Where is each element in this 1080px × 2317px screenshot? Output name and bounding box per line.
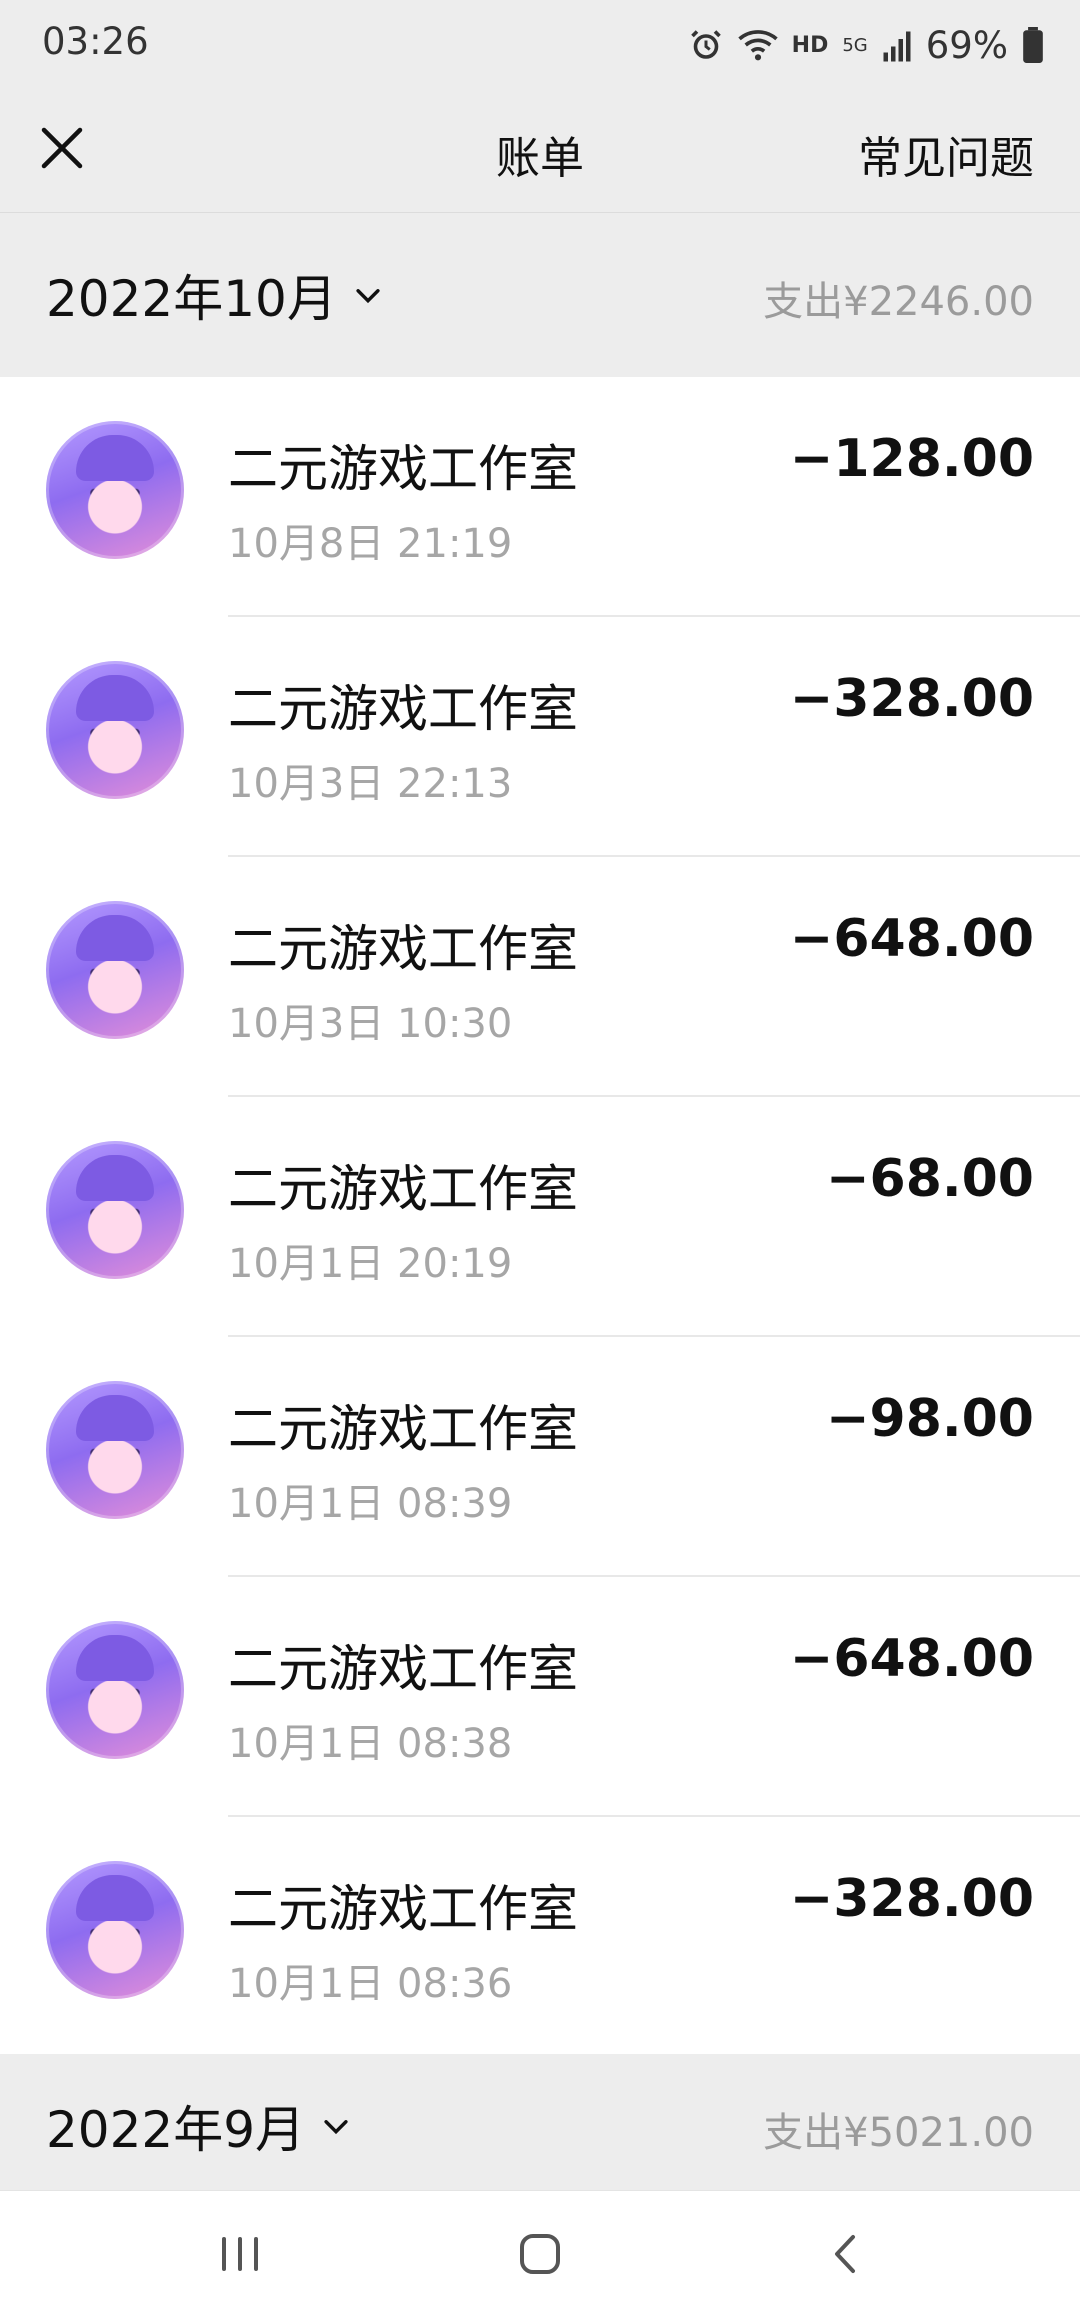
transaction-time: 10月1日 08:39 xyxy=(228,1481,513,1527)
top-nav: 账单 常见问题 xyxy=(0,92,1080,213)
transaction-amount: −648.00 xyxy=(789,1629,1034,1689)
merchant-avatar xyxy=(46,1141,184,1279)
transaction-time: 10月3日 10:30 xyxy=(228,1001,513,1047)
status-bar: 03:26 HD 5G 69% xyxy=(0,0,1080,92)
month-total: 支出¥2246.00 xyxy=(763,279,1034,325)
chevron-down-icon xyxy=(356,289,380,304)
transaction-time: 10月1日 08:36 xyxy=(228,1961,513,2007)
merchant-name: 二元游戏工作室 xyxy=(228,920,578,978)
network-type: 5G xyxy=(842,34,868,56)
transaction-time: 10月1日 20:19 xyxy=(228,1241,513,1287)
transaction-amount: −648.00 xyxy=(789,909,1034,969)
merchant-avatar xyxy=(46,1621,184,1759)
merchant-name: 二元游戏工作室 xyxy=(228,1880,578,1938)
transaction-amount: −128.00 xyxy=(789,429,1034,489)
month-label: 2022年9月 xyxy=(46,2101,306,2159)
transaction-time: 10月8日 21:19 xyxy=(228,521,513,567)
battery-icon xyxy=(1023,27,1043,63)
faq-link[interactable]: 常见问题 xyxy=(858,122,1034,186)
back-icon[interactable] xyxy=(815,2229,875,2279)
system-nav-bar xyxy=(0,2190,1080,2317)
merchant-avatar xyxy=(46,421,184,559)
transaction-row[interactable]: 二元游戏工作室 10月1日 20:19 −68.00 xyxy=(0,1097,1080,1337)
merchant-name: 二元游戏工作室 xyxy=(228,1400,578,1458)
merchant-avatar xyxy=(46,901,184,1039)
month-header-october: 2022年10月 支出¥2246.00 xyxy=(0,213,1080,377)
transaction-row[interactable]: 二元游戏工作室 10月3日 10:30 −648.00 xyxy=(0,857,1080,1097)
recents-icon[interactable] xyxy=(210,2229,270,2279)
wifi-icon xyxy=(737,30,778,61)
transaction-row[interactable]: 二元游戏工作室 10月1日 08:39 −98.00 xyxy=(0,1337,1080,1577)
transaction-list: 二元游戏工作室 10月8日 21:19 −128.00 二元游戏工作室 10月3… xyxy=(0,377,1080,2057)
transaction-row[interactable]: 二元游戏工作室 10月3日 22:13 −328.00 xyxy=(0,617,1080,857)
status-icons: HD 5G 69% xyxy=(688,20,1044,70)
chevron-down-icon xyxy=(324,2120,348,2135)
merchant-name: 二元游戏工作室 xyxy=(228,680,578,738)
battery-percent: 69% xyxy=(925,23,1008,67)
status-time: 03:26 xyxy=(42,20,149,63)
month-selector[interactable]: 2022年10月 xyxy=(46,259,385,331)
merchant-avatar xyxy=(46,1381,184,1519)
merchant-avatar xyxy=(46,1861,184,1999)
transaction-row[interactable]: 二元游戏工作室 10月8日 21:19 −128.00 xyxy=(0,377,1080,617)
month-header-september: 2022年9月 支出¥5021.00 xyxy=(0,2054,1080,2190)
merchant-name: 二元游戏工作室 xyxy=(228,1640,578,1698)
transaction-amount: −98.00 xyxy=(825,1389,1034,1449)
alarm-icon xyxy=(690,30,721,59)
signal-icon xyxy=(883,31,911,62)
transaction-amount: −328.00 xyxy=(789,1869,1034,1929)
transaction-time: 10月1日 08:38 xyxy=(228,1721,513,1767)
transaction-row[interactable]: 二元游戏工作室 10月1日 08:36 −328.00 xyxy=(0,1817,1080,2057)
month-total: 支出¥5021.00 xyxy=(763,2110,1034,2156)
transaction-amount: −328.00 xyxy=(789,669,1034,729)
home-icon[interactable] xyxy=(510,2229,570,2279)
hd-indicator: HD xyxy=(791,32,829,58)
merchant-name: 二元游戏工作室 xyxy=(228,1160,578,1218)
merchant-name: 二元游戏工作室 xyxy=(228,440,578,498)
transaction-time: 10月3日 22:13 xyxy=(228,761,513,807)
transaction-row[interactable]: 二元游戏工作室 10月1日 08:38 −648.00 xyxy=(0,1577,1080,1817)
month-label: 2022年10月 xyxy=(46,270,337,328)
month-selector[interactable]: 2022年9月 xyxy=(46,2090,353,2162)
transaction-amount: −68.00 xyxy=(825,1149,1034,1209)
merchant-avatar xyxy=(46,661,184,799)
